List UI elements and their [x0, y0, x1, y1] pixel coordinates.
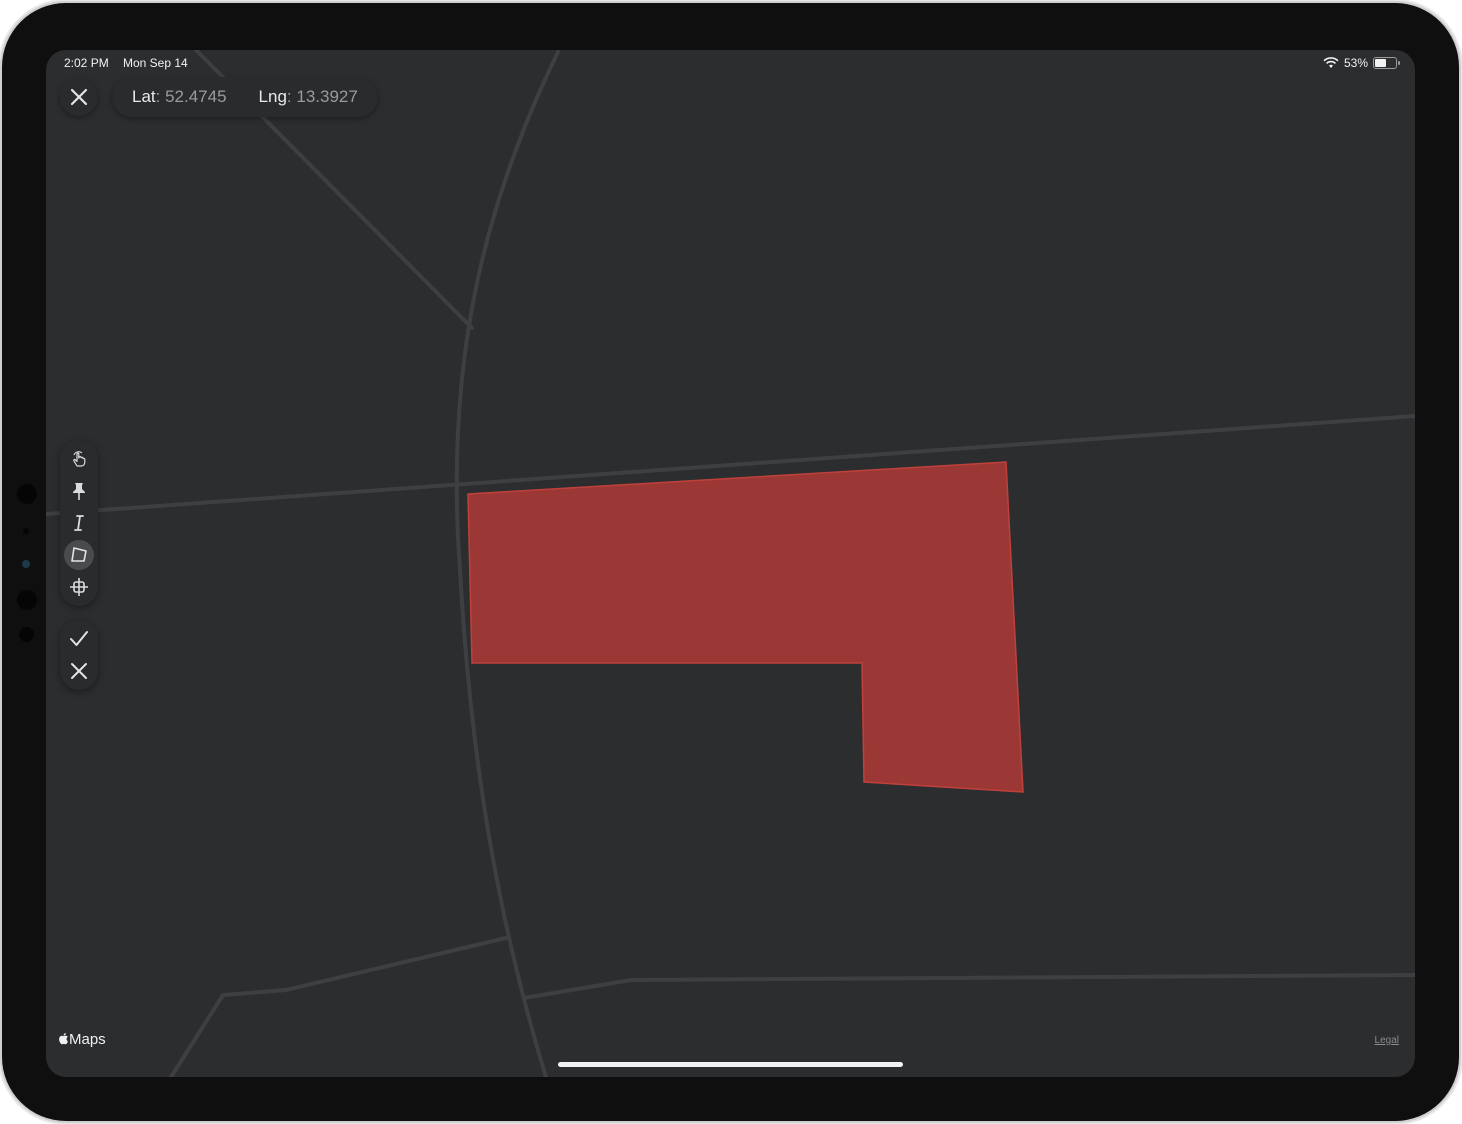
side-sensor — [17, 590, 37, 610]
legal-link[interactable]: Legal — [1375, 1035, 1399, 1046]
maps-attribution: Maps — [58, 1031, 106, 1048]
checkmark-icon — [70, 631, 88, 646]
close-icon — [70, 88, 88, 106]
side-sensor — [23, 528, 29, 534]
status-date: Mon Sep 14 — [123, 56, 188, 70]
coordinate-readout: Lat: 52.4745 Lng: 13.3927 — [112, 77, 378, 117]
lat-value: 52.4745 — [165, 87, 227, 106]
battery-icon — [1373, 57, 1400, 69]
status-time: 2:02 PM — [64, 56, 109, 70]
map-screen[interactable]: 2:02 PM Mon Sep 14 53% Lat: 52.4745 Lng:… — [46, 50, 1415, 1077]
lat-label: Lat — [132, 87, 156, 106]
close-map-button[interactable] — [60, 78, 98, 116]
road-south-east — [522, 973, 1415, 1000]
grid-crosshair-icon — [70, 578, 88, 596]
road-south-branch — [169, 936, 508, 1077]
status-right: 53% — [1323, 56, 1400, 70]
pin-icon — [73, 483, 85, 500]
polygon-icon — [71, 547, 87, 562]
maps-brand-text: Maps — [69, 1031, 106, 1048]
map-canvas[interactable] — [46, 50, 1415, 1077]
drawn-polygon-area[interactable] — [467, 461, 1024, 793]
latitude-readout: Lat: 52.4745 — [132, 87, 227, 106]
longitude-readout: Lng: 13.3927 — [258, 87, 358, 106]
lng-label: Lng — [258, 87, 287, 106]
tool-polygon[interactable] — [60, 539, 98, 571]
drawing-tools-toolbar — [60, 440, 98, 606]
close-icon — [71, 663, 87, 679]
wifi-icon — [1323, 57, 1339, 68]
tool-text[interactable] — [60, 507, 98, 539]
tool-pin[interactable] — [60, 475, 98, 507]
edit-actions-toolbar — [60, 620, 98, 690]
cancel-button[interactable] — [60, 655, 98, 687]
confirm-button[interactable] — [60, 623, 98, 655]
tool-grid[interactable] — [60, 571, 98, 603]
tool-pan[interactable] — [60, 443, 98, 475]
apple-logo-icon — [59, 1033, 68, 1045]
active-tool-highlight — [64, 540, 94, 570]
side-camera — [22, 560, 30, 568]
text-cursor-icon — [74, 515, 84, 531]
home-indicator[interactable] — [558, 1062, 903, 1067]
lng-value: 13.3927 — [296, 87, 358, 106]
battery-percent: 53% — [1343, 56, 1368, 70]
side-sensor — [17, 484, 37, 504]
side-sensor — [19, 627, 34, 642]
hand-tap-icon — [73, 451, 86, 467]
